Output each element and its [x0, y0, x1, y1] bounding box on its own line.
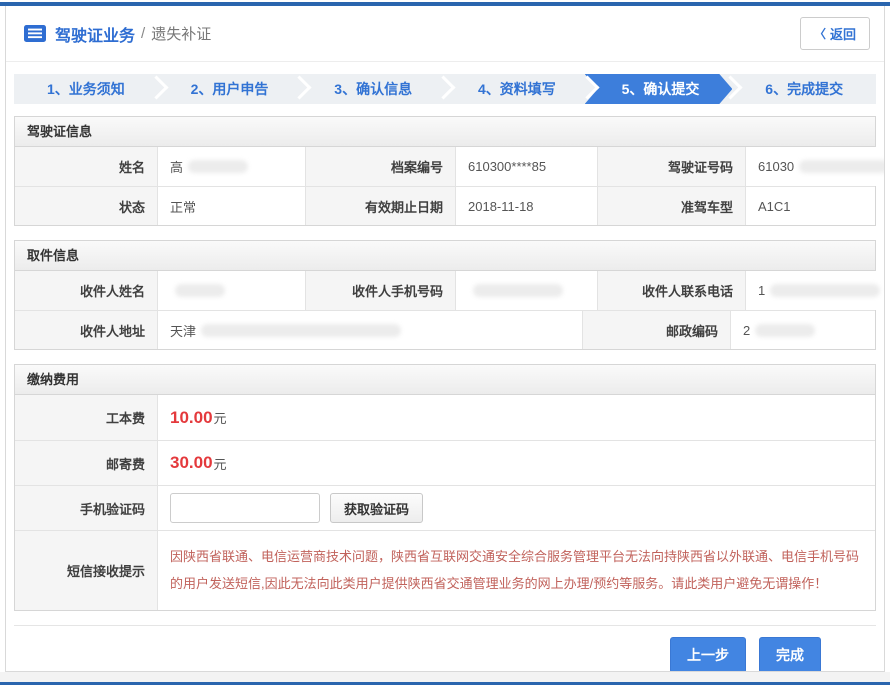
step-label: 5、确认提交	[622, 79, 700, 99]
sms-code-input[interactable]	[170, 493, 320, 523]
previous-step-button[interactable]: 上一步	[670, 637, 746, 672]
sms-code-label: 手机验证码	[15, 485, 157, 530]
redacted-blur	[473, 284, 563, 297]
recipient-address-value: 天津	[157, 310, 582, 349]
step-label: 3、确认信息	[334, 79, 412, 99]
main-panel: 驾驶证业务 / 遗失补证 〈 返回 1、业务须知 2、用户申告 3、确认信息 4…	[5, 6, 885, 672]
redacted-blur	[175, 284, 225, 297]
recipient-mobile-value	[455, 271, 597, 310]
recipient-name-label: 收件人姓名	[15, 271, 157, 310]
postal-code-label: 邮政编码	[582, 310, 730, 349]
chevron-left-icon: 〈	[814, 25, 826, 42]
recipient-address-label: 收件人地址	[15, 310, 157, 349]
expiry-label: 有效期止日期	[305, 186, 455, 225]
license-info-panel: 驾驶证信息 姓名 高 档案编号 610300****85 驾驶证号码 61030…	[14, 116, 876, 226]
breadcrumb-separator: /	[141, 25, 145, 42]
list-form-icon	[24, 25, 46, 42]
name-label: 姓名	[15, 147, 157, 186]
step-2-declaration[interactable]: 2、用户申告	[158, 74, 302, 104]
license-no-value: 61030	[745, 147, 885, 186]
recipient-name-value	[157, 271, 305, 310]
recipient-mobile-label: 收件人手机号码	[305, 271, 455, 310]
vehicle-class-label: 准驾车型	[597, 186, 745, 225]
vehicle-class-value: A1C1	[745, 186, 875, 225]
step-label: 1、业务须知	[47, 79, 125, 99]
expiry-value: 2018-11-18	[455, 186, 597, 225]
step-5-confirm-submit-active[interactable]: 5、确认提交	[589, 74, 733, 104]
recipient-phone-value: 1	[745, 271, 885, 310]
back-button[interactable]: 〈 返回	[800, 17, 870, 50]
step-wizard: 1、业务须知 2、用户申告 3、确认信息 4、资料填写 5、确认提交 6、完成提…	[14, 74, 876, 104]
postage-fee-amount: 30.00	[170, 453, 213, 473]
table-row: 姓名 高 档案编号 610300****85 驾驶证号码 61030	[15, 147, 875, 186]
table-row: 短信接收提示 因陕西省联通、电信运营商技术问题，陕西省互联网交通安全综合服务管理…	[15, 530, 875, 610]
sms-notice-text: 因陕西省联通、电信运营商技术问题，陕西省互联网交通安全综合服务管理平台无法向持陕…	[170, 543, 863, 598]
name-value: 高	[157, 147, 305, 186]
sms-notice-label: 短信接收提示	[15, 530, 157, 610]
step-6-complete[interactable]: 6、完成提交	[732, 74, 876, 104]
table-row: 状态 正常 有效期止日期 2018-11-18 准驾车型 A1C1	[15, 186, 875, 225]
footer-actions: 上一步 完成	[14, 625, 876, 672]
back-button-label: 返回	[830, 24, 856, 43]
content-area: 1、业务须知 2、用户申告 3、确认信息 4、资料填写 5、确认提交 6、完成提…	[6, 62, 884, 672]
license-panel-title: 驾驶证信息	[15, 117, 875, 147]
pickup-panel-title: 取件信息	[15, 241, 875, 271]
fee-unit: 元	[214, 454, 227, 473]
bottom-gray-strip	[0, 672, 890, 682]
status-label: 状态	[15, 186, 157, 225]
sms-notice-cell: 因陕西省联通、电信运营商技术问题，陕西省互联网交通安全综合服务管理平台无法向持陕…	[157, 530, 875, 610]
license-no-label: 驾驶证号码	[597, 147, 745, 186]
step-label: 2、用户申告	[191, 79, 269, 99]
step-1-notice[interactable]: 1、业务须知	[14, 74, 158, 104]
redacted-blur	[755, 324, 815, 337]
breadcrumb-current: 遗失补证	[151, 23, 211, 44]
pickup-info-panel: 取件信息 收件人姓名 收件人手机号码 收件人联系电话 1 收件人地址 天津 邮政…	[14, 240, 876, 350]
postal-code-value: 2	[730, 310, 875, 349]
table-row: 收件人地址 天津 邮政编码 2	[15, 310, 875, 349]
step-label: 4、资料填写	[478, 79, 556, 99]
production-fee-label: 工本费	[15, 395, 157, 440]
redacted-blur	[799, 160, 885, 173]
page-title: 驾驶证业务	[55, 22, 135, 46]
postage-fee-label: 邮寄费	[15, 440, 157, 485]
file-no-label: 档案编号	[305, 147, 455, 186]
page: 驾驶证业务 / 遗失补证 〈 返回 1、业务须知 2、用户申告 3、确认信息 4…	[0, 0, 890, 685]
fees-panel-title: 缴纳费用	[15, 365, 875, 395]
status-value: 正常	[157, 186, 305, 225]
sms-code-row: 获取验证码	[157, 485, 875, 530]
step-3-confirm-info[interactable]: 3、确认信息	[301, 74, 445, 104]
table-row: 手机验证码 获取验证码	[15, 485, 875, 530]
redacted-blur	[201, 324, 401, 337]
fees-panel: 缴纳费用 工本费 10.00 元 邮寄费 30.00 元 手机验证	[14, 364, 876, 611]
redacted-blur	[188, 160, 248, 173]
postage-fee-value: 30.00 元	[157, 440, 875, 485]
recipient-phone-label: 收件人联系电话	[597, 271, 745, 310]
production-fee-value: 10.00 元	[157, 395, 875, 440]
fee-unit: 元	[214, 408, 227, 427]
finish-button[interactable]: 完成	[759, 637, 821, 672]
page-header: 驾驶证业务 / 遗失补证 〈 返回	[6, 6, 884, 62]
table-row: 收件人姓名 收件人手机号码 收件人联系电话 1	[15, 271, 875, 310]
table-row: 邮寄费 30.00 元	[15, 440, 875, 485]
get-code-button[interactable]: 获取验证码	[330, 493, 423, 523]
step-4-fill-data[interactable]: 4、资料填写	[445, 74, 589, 104]
redacted-blur	[770, 284, 880, 297]
file-no-value: 610300****85	[455, 147, 597, 186]
table-row: 工本费 10.00 元	[15, 395, 875, 440]
step-label: 6、完成提交	[765, 79, 843, 99]
production-fee-amount: 10.00	[170, 408, 213, 428]
